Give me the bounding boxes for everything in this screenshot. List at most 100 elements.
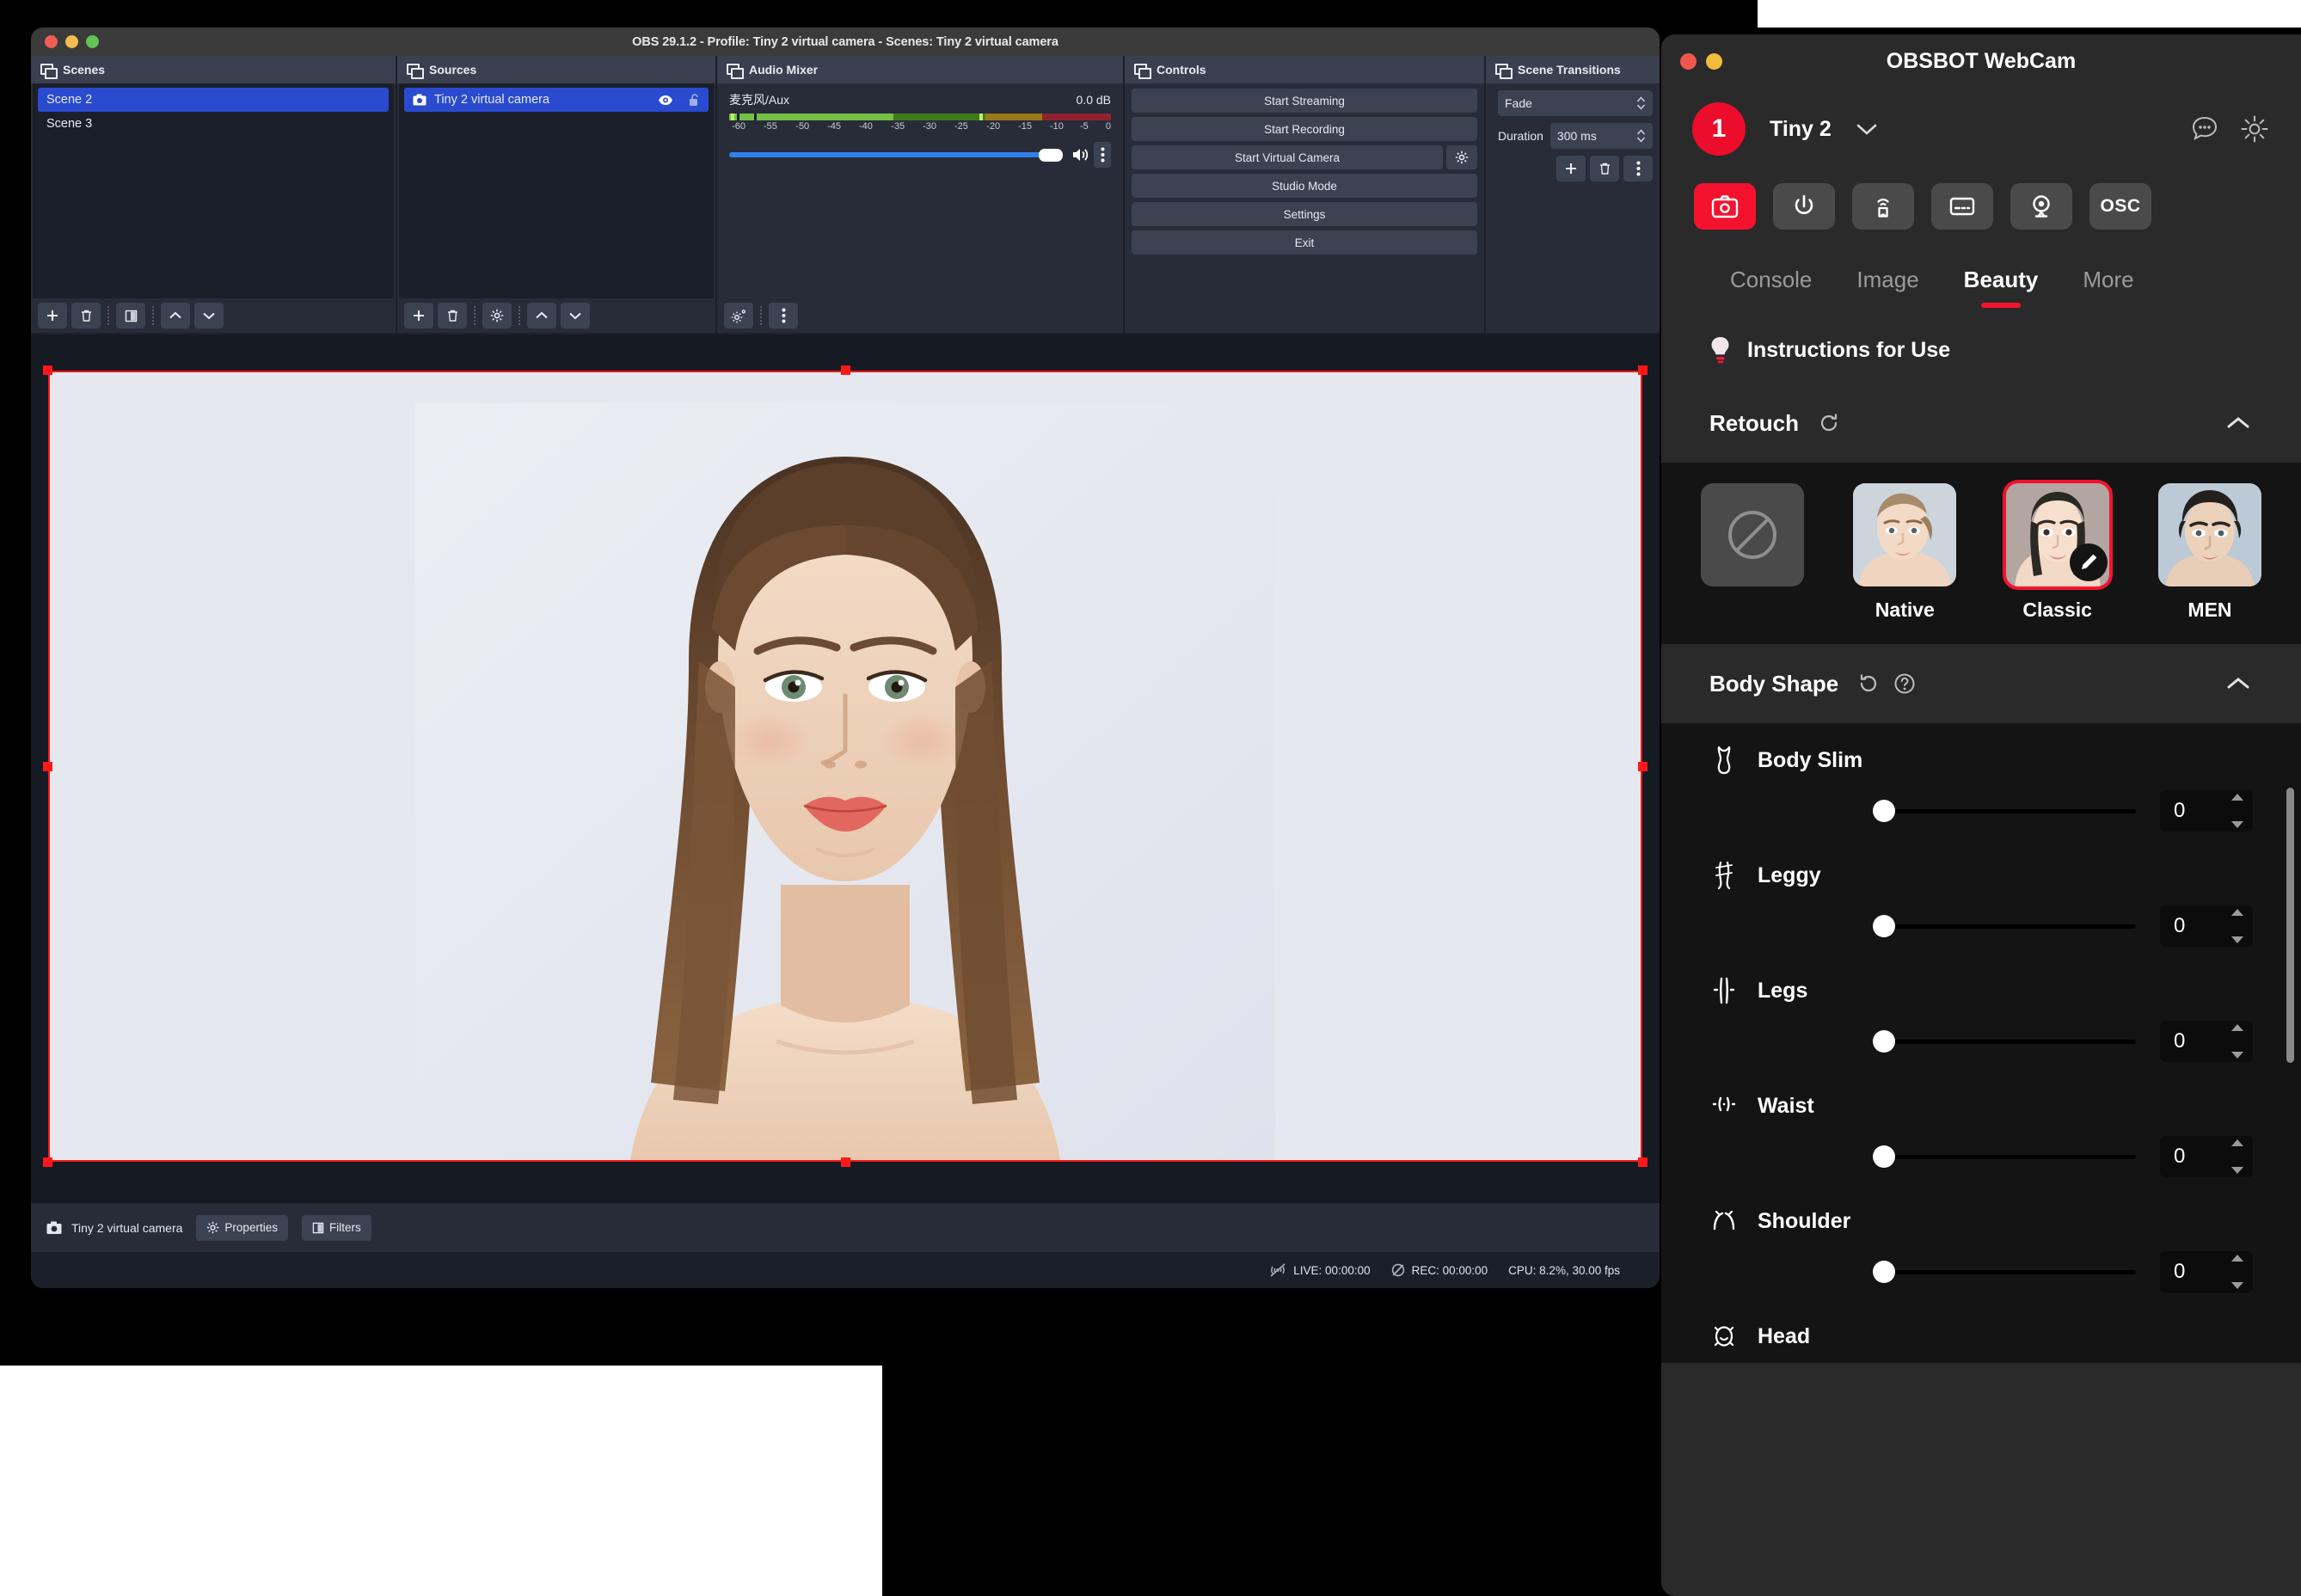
- virtual-camera-settings-button[interactable]: [1446, 145, 1477, 169]
- osc-icon[interactable]: OSC: [2089, 183, 2151, 230]
- stepper[interactable]: [2227, 794, 2248, 828]
- remove-transition-button[interactable]: [1590, 156, 1619, 181]
- slider-value-input[interactable]: 0: [2160, 790, 2253, 832]
- camera-icon[interactable]: [1694, 183, 1756, 230]
- fader-track[interactable]: [729, 152, 1061, 157]
- slider-controls[interactable]: 0: [1709, 1136, 2253, 1177]
- slider-knob[interactable]: [1873, 1145, 1895, 1168]
- webcam-icon[interactable]: [2010, 183, 2072, 230]
- resize-handle-br[interactable]: [1638, 1157, 1648, 1167]
- chevron-up-icon[interactable]: [2225, 415, 2251, 431]
- properties-button[interactable]: Properties: [196, 1214, 288, 1241]
- tab-more[interactable]: More: [2060, 267, 2156, 293]
- body-shape-section-header[interactable]: Body Shape: [1661, 644, 2301, 723]
- retouch-preset-row[interactable]: Native Classic MEN: [1661, 483, 2301, 622]
- instructions-row[interactable]: Instructions for Use: [1661, 316, 2301, 384]
- scene-filters-button[interactable]: [116, 303, 145, 328]
- scene-list-item[interactable]: Scene 3: [38, 112, 389, 136]
- retouch-header-icons[interactable]: [1818, 412, 1840, 434]
- sources-list[interactable]: Tiny 2 virtual camera: [399, 83, 714, 298]
- audio-options-button[interactable]: [1094, 142, 1111, 168]
- settings-button[interactable]: Settings: [1132, 202, 1477, 226]
- move-source-down-button[interactable]: [561, 303, 590, 328]
- resize-handle-tl[interactable]: [43, 365, 52, 375]
- resize-handle-tr[interactable]: [1638, 365, 1648, 375]
- chevron-updown-icon[interactable]: [1636, 95, 1646, 112]
- stepper[interactable]: [2227, 909, 2248, 943]
- add-transition-button[interactable]: [1556, 156, 1586, 181]
- fader-knob[interactable]: [1039, 148, 1063, 162]
- audio-advanced-properties-button[interactable]: [724, 303, 753, 328]
- slider-track-wrap[interactable]: [1873, 1030, 2136, 1053]
- source-properties-button[interactable]: [482, 303, 512, 328]
- device-actions[interactable]: [2189, 114, 2270, 144]
- slider-value-input[interactable]: 0: [2160, 1136, 2253, 1177]
- chevron-updown-icon[interactable]: [1636, 127, 1646, 144]
- obsbot-icon-toolbar[interactable]: OSC: [1661, 170, 2301, 242]
- feedback-icon[interactable]: [2189, 114, 2220, 144]
- preset-thumbnail[interactable]: [2005, 483, 2109, 586]
- slider-track[interactable]: [1873, 1155, 2136, 1159]
- resize-handle-bl[interactable]: [43, 1157, 52, 1167]
- retouch-preset-classic[interactable]: Classic: [1997, 483, 2118, 622]
- obsbot-scrollbar[interactable]: [2286, 788, 2294, 1063]
- transition-select[interactable]: Fade: [1498, 90, 1653, 116]
- tab-console[interactable]: Console: [1708, 267, 1834, 293]
- gear-icon[interactable]: [2239, 114, 2270, 144]
- add-source-button[interactable]: [404, 303, 433, 328]
- slider-controls[interactable]: 0: [1709, 790, 2253, 832]
- stepper[interactable]: [2227, 1139, 2248, 1174]
- subtitle-icon[interactable]: [1931, 183, 1993, 230]
- retouch-preset-native[interactable]: Native: [1844, 483, 1965, 622]
- move-source-up-button[interactable]: [527, 303, 556, 328]
- slider-knob[interactable]: [1873, 800, 1895, 822]
- slider-controls[interactable]: 0: [1709, 1251, 2253, 1292]
- slider-controls[interactable]: 0: [1709, 1021, 2253, 1062]
- start-recording-button[interactable]: Start Recording: [1132, 117, 1477, 141]
- slider-knob[interactable]: [1873, 1261, 1895, 1283]
- help-icon[interactable]: [1893, 672, 1916, 695]
- transition-menu-button[interactable]: [1623, 156, 1653, 181]
- preview-canvas[interactable]: [43, 365, 1648, 1167]
- filters-button[interactable]: Filters: [301, 1214, 371, 1241]
- sources-toolbar[interactable]: [397, 298, 715, 333]
- slider-track[interactable]: [1873, 809, 2136, 813]
- tab-beauty[interactable]: Beauty: [1942, 267, 2061, 293]
- audio-mixer-toolbar[interactable]: [717, 298, 1123, 333]
- preset-thumbnail[interactable]: [1701, 483, 1804, 586]
- resize-handle-ml[interactable]: [43, 762, 52, 771]
- body-shape-header-icons[interactable]: [1857, 672, 1916, 695]
- slider-knob[interactable]: [1873, 915, 1895, 937]
- remove-scene-button[interactable]: [71, 303, 101, 328]
- slider-track[interactable]: [1873, 924, 2136, 929]
- exit-button[interactable]: Exit: [1132, 230, 1477, 255]
- start-virtual-camera-button[interactable]: Start Virtual Camera: [1132, 145, 1443, 169]
- source-lock-icon[interactable]: [689, 93, 700, 107]
- resize-handle-bc[interactable]: [841, 1157, 850, 1167]
- slider-value-input[interactable]: 0: [2160, 1021, 2253, 1062]
- remote-icon[interactable]: [1852, 183, 1914, 230]
- power-icon[interactable]: [1773, 183, 1835, 230]
- mute-icon[interactable]: [1071, 147, 1090, 163]
- tab-image[interactable]: Image: [1834, 267, 1941, 293]
- slider-value-input[interactable]: 0: [2160, 905, 2253, 947]
- reset-icon[interactable]: [1818, 412, 1840, 434]
- preset-thumbnail[interactable]: [1853, 483, 1957, 586]
- scenes-list[interactable]: Scene 2 Scene 3: [33, 83, 394, 298]
- source-list-item[interactable]: Tiny 2 virtual camera: [404, 88, 709, 112]
- studio-mode-button[interactable]: Studio Mode: [1132, 174, 1477, 198]
- transition-buttons[interactable]: [1498, 156, 1653, 181]
- resize-handle-tc[interactable]: [841, 365, 850, 375]
- remove-source-button[interactable]: [438, 303, 467, 328]
- stepper[interactable]: [2227, 1255, 2248, 1289]
- audio-volume-fader[interactable]: [729, 142, 1111, 168]
- slider-track-wrap[interactable]: [1873, 915, 2136, 937]
- preset-thumbnail[interactable]: [2157, 483, 2261, 586]
- edit-preset-button[interactable]: [2069, 543, 2108, 581]
- slider-track-wrap[interactable]: [1873, 1261, 2136, 1283]
- slider-knob[interactable]: [1873, 1030, 1895, 1053]
- slider-track-wrap[interactable]: [1873, 1145, 2136, 1168]
- retouch-preset-men[interactable]: MEN: [2150, 483, 2270, 622]
- source-visibility-icon[interactable]: [658, 95, 673, 106]
- slider-track-wrap[interactable]: [1873, 800, 2136, 822]
